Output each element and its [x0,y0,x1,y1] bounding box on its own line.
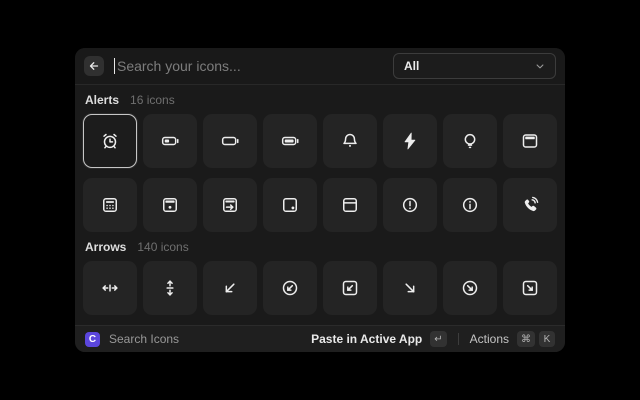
app-logo: C [85,332,100,347]
icon-tile-battery-half[interactable] [143,114,197,168]
icon-tile-info-circle[interactable] [443,178,497,232]
icon-grid-area: Alerts 16 icons Arrows 140 icons [75,85,565,325]
bolt-icon [400,131,420,151]
arrows-expand-vertical-icon [160,278,180,298]
icon-tile-bolt[interactable] [383,114,437,168]
arrow-down-left-square-icon [340,278,360,298]
category-filter-dropdown[interactable]: All [393,53,556,79]
icon-tile-app-window-top-filled[interactable] [503,114,557,168]
icon-tile-arrow-down-right-circle[interactable] [443,261,497,315]
arrow-down-left-circle-icon [280,278,300,298]
cmd-key-badge: ⌘ [517,331,535,347]
app-window-icon [340,195,360,215]
search-input[interactable] [117,58,393,74]
info-circle-icon [460,195,480,215]
icon-grid [83,261,557,315]
section-icon-count: 140 icons [137,240,188,254]
icon-tile-light-bulb[interactable] [443,114,497,168]
section-alerts: Alerts 16 icons [83,85,557,232]
icon-tile-arrow-down-right[interactable] [383,261,437,315]
primary-action-label[interactable]: Paste in Active App [311,332,422,346]
arrow-down-left-icon [220,278,240,298]
icon-grid [83,114,557,232]
light-bulb-icon [460,131,480,151]
actions-menu-label[interactable]: Actions [470,332,509,346]
icon-tile-bell[interactable] [323,114,377,168]
search-bar: All [75,48,565,85]
icon-tile-arrow-down-left-circle[interactable] [263,261,317,315]
arrow-down-right-circle-icon [460,278,480,298]
icon-tile-battery-full[interactable] [263,114,317,168]
phone-ringing-icon [520,195,540,215]
arrow-down-right-square-icon [520,278,540,298]
arrows-expand-horizontal-icon [100,278,120,298]
alarm-clock-icon [100,131,120,151]
icon-search-window: All Alerts 16 icons Arrows 140 icons C Sear… [75,48,565,352]
icon-tile-arrows-expand-horizontal[interactable] [83,261,137,315]
text-caret [114,58,115,74]
arrow-left-icon [88,60,100,72]
section-header: Arrows 140 icons [83,232,557,261]
icon-tile-app-window[interactable] [323,178,377,232]
icon-tile-app-window-content[interactable] [143,178,197,232]
app-name: Search Icons [109,332,179,346]
app-window-content-icon [160,195,180,215]
battery-half-icon [160,131,180,151]
icon-tile-app-window-corner-dot[interactable] [263,178,317,232]
k-key-badge: K [539,331,555,347]
icon-tile-arrow-down-left[interactable] [203,261,257,315]
section-title: Alerts [85,93,119,107]
filter-selected-value: All [404,59,419,73]
battery-full-icon [280,131,300,151]
back-button[interactable] [84,56,104,76]
app-window-arrow-right-icon [220,195,240,215]
battery-icon [220,131,240,151]
icon-tile-arrow-down-left-square[interactable] [323,261,377,315]
arrow-down-right-icon [400,278,420,298]
calculator-icon [100,195,120,215]
icon-tile-battery[interactable] [203,114,257,168]
icon-tile-exclamation-circle[interactable] [383,178,437,232]
icon-tile-calculator[interactable] [83,178,137,232]
app-window-top-filled-icon [520,131,540,151]
icon-tile-arrow-down-right-square[interactable] [503,261,557,315]
section-icon-count: 16 icons [130,93,175,107]
icon-tile-phone-ringing[interactable] [503,178,557,232]
chevron-down-icon [535,61,545,71]
exclamation-circle-icon [400,195,420,215]
return-key-badge: ↵ [430,331,446,347]
app-window-corner-dot-icon [280,195,300,215]
section-arrows: Arrows 140 icons [83,232,557,315]
footer-divider [458,333,459,345]
section-header: Alerts 16 icons [83,85,557,114]
section-title: Arrows [85,240,126,254]
footer-bar: C Search Icons Paste in Active App ↵ Act… [75,325,565,352]
bell-icon [340,131,360,151]
icon-tile-arrows-expand-vertical[interactable] [143,261,197,315]
icon-tile-app-window-arrow-right[interactable] [203,178,257,232]
icon-tile-alarm-clock[interactable] [83,114,137,168]
